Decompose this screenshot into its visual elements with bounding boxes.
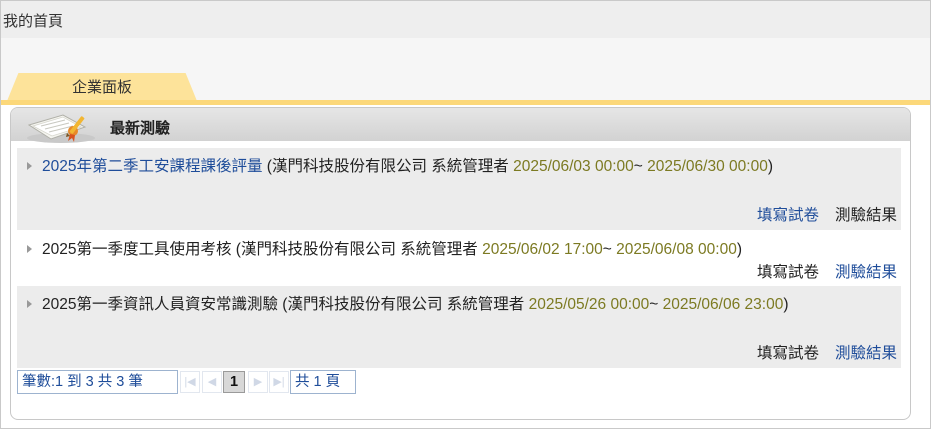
exam-start: 2025/06/02 17:00 — [482, 241, 603, 258]
bullet-arrow-icon — [27, 245, 32, 253]
exam-row: 2025第一季度工具使用考核 (漢門科技股份有限公司 系統管理者 2025/06… — [17, 231, 901, 285]
window-frame: 我的首頁 企業面板 最新測驗 2025年第二季工安課程課後評量 (漢門科技股份有… — [0, 0, 931, 429]
exam-end: 2025/06/06 23:00 — [662, 296, 784, 313]
current-page-button[interactable]: 1 — [223, 371, 245, 393]
next-page-icon[interactable]: ▶ — [248, 371, 268, 393]
panel-title: 最新測驗 — [110, 120, 171, 137]
exam-name-link[interactable]: 2025年第二季工安課程課後評量 — [42, 158, 262, 175]
exam-start: 2025/05/26 00:00 — [528, 296, 650, 313]
pager-total: 共 1 頁 — [290, 370, 356, 394]
exam-result-link[interactable]: 測驗結果 — [835, 345, 897, 362]
prev-page-icon[interactable]: ◀ — [202, 371, 222, 393]
page-header: 我的首頁 — [1, 1, 930, 38]
date-separator: ~ — [649, 296, 659, 313]
exam-description: 2025第一季資訊人員資安常識測驗 (漢門科技股份有限公司 系統管理者 2025… — [19, 292, 879, 317]
fill-exam-link[interactable]: 填寫試卷 — [757, 207, 819, 224]
exam-description: 2025第一季度工具使用考核 (漢門科技股份有限公司 系統管理者 2025/06… — [19, 237, 879, 262]
exam-row: 2025年第二季工安課程課後評量 (漢門科技股份有限公司 系統管理者 2025/… — [17, 148, 901, 230]
pager-summary: 筆數:1 到 3 共 3 筆 — [17, 370, 178, 394]
page-title: 我的首頁 — [3, 13, 64, 30]
exam-name: 2025第一季度工具使用考核 — [42, 241, 232, 258]
latest-exams-panel: 最新測驗 2025年第二季工安課程課後評量 (漢門科技股份有限公司 系統管理者 … — [10, 107, 911, 420]
date-separator: ~ — [633, 158, 643, 175]
panel-header: 最新測驗 — [11, 108, 910, 143]
date-separator: ~ — [602, 241, 612, 258]
fill-exam-label: 填寫試卷 — [756, 264, 819, 281]
exam-result-link[interactable]: 測驗結果 — [835, 264, 897, 281]
exam-org: (漢門科技股份有限公司 系統管理者 — [266, 158, 509, 175]
first-page-icon[interactable]: |◀ — [180, 371, 200, 393]
closing-paren: ) — [783, 296, 789, 313]
exam-result-label: 測驗結果 — [834, 207, 897, 224]
exam-org: (漢門科技股份有限公司 系統管理者 — [282, 296, 525, 313]
tab-underline — [1, 100, 930, 105]
tab-bar: 企業面板 — [1, 73, 930, 106]
bullet-arrow-icon — [27, 162, 32, 170]
last-page-icon[interactable]: ▶| — [269, 371, 289, 393]
exam-description: 2025年第二季工安課程課後評量 (漢門科技股份有限公司 系統管理者 2025/… — [19, 154, 879, 179]
tab-enterprise-dashboard[interactable]: 企業面板 — [7, 73, 197, 101]
exam-end: 2025/06/30 00:00 — [647, 158, 768, 175]
exam-end: 2025/06/08 00:00 — [616, 241, 737, 258]
exam-actions: 填寫試卷 測驗結果 — [741, 341, 897, 366]
closing-paren: ) — [736, 241, 742, 258]
closing-paren: ) — [767, 158, 773, 175]
fill-exam-label: 填寫試卷 — [756, 345, 819, 362]
exam-name: 2025第一季資訊人員資安常識測驗 — [42, 296, 278, 313]
exam-start: 2025/06/03 00:00 — [513, 158, 634, 175]
exam-actions: 填寫試卷 測驗結果 — [741, 203, 897, 228]
exam-actions: 填寫試卷 測驗結果 — [741, 260, 897, 285]
exam-row: 2025第一季資訊人員資安常識測驗 (漢門科技股份有限公司 系統管理者 2025… — [17, 286, 901, 368]
bullet-arrow-icon — [27, 300, 32, 308]
exam-certificate-icon — [27, 114, 95, 143]
exam-org: (漢門科技股份有限公司 系統管理者 — [235, 241, 478, 258]
